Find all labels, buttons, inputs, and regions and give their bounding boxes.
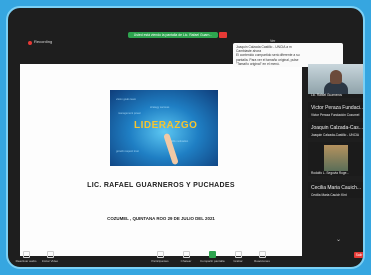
participant-tile[interactable]: Victor Peraza Fundaci... Victor Peraza F… [308,102,365,118]
participant-name: Joaquin Calzada-Castillo - UNCIA [311,133,360,137]
share-screen-icon [208,251,216,258]
participant-video [324,145,348,171]
image-headline: LIDERAZGO [134,120,198,131]
shared-slide: vision goals team strategy success manag… [20,64,302,256]
exit-button[interactable]: Salir [354,252,363,258]
toolbar-label: Reacciones [254,259,270,263]
participant-display-name: Cecilia Maria Cauich... [311,185,362,191]
toolbar-label: Compartir pantalla [200,259,225,263]
record-icon [234,251,242,258]
slide-title: LIC. RAFAEL GUARNEROS Y PUCHADES [87,182,235,189]
start-video-button[interactable]: Iniciar Video [38,251,62,263]
slide-footer: COZUMEL , QUINTANA ROO 29 DE JULIO DEL 2… [107,216,215,221]
participant-tile[interactable]: Lic. Rafael Guarneros [308,64,363,98]
participants-icon [156,251,164,258]
participant-name: Cecilia Maria Cauich Kint [311,193,347,197]
recording-label: Recording [34,39,53,44]
chevron-down-icon[interactable]: ⌄ [336,236,341,243]
chat-icon [182,251,190,258]
participant-tile[interactable]: Cecilia Maria Cauich... Cecilia Maria Ca… [308,182,363,198]
share-banner[interactable]: Usted está viendo la pantalla de Lic. Ra… [128,32,218,38]
toolbar-label: Grabar [233,259,243,263]
hand-pointer-image [163,132,179,166]
participant-display-name: Victor Peraza Fundaci... [311,105,365,111]
participant-name: Lic. Rafael Guarneros [311,93,343,97]
record-icon [28,41,32,45]
meeting-toolbar: Reactivar audio Iniciar Video Participan… [8,248,363,267]
leadership-image: vision goals team strategy success manag… [110,90,218,166]
participant-display-name: Joaquin Calzada-Cas... [311,125,363,131]
participant-video [308,64,363,94]
video-icon [46,251,54,258]
participant-name: Victor Peraza Fundación Cozumel [311,113,360,117]
record-button[interactable]: Grabar [226,251,250,263]
toolbar-label: Chatear [180,259,192,263]
share-screen-button[interactable]: Compartir pantalla [200,251,225,263]
toolbar-label: Participantes [151,259,169,263]
unmute-button[interactable]: Reactivar audio [14,251,38,263]
participant-tile[interactable]: Joaquin Calzada-Cas... Joaquin Calzada-C… [308,122,363,138]
toolbar-label: Reactivar audio [15,259,37,263]
top-bar: Recording Usted está viendo la pantalla … [8,8,363,48]
reactions-icon [258,251,266,258]
chat-button[interactable]: Chatear [174,251,198,263]
participants-button[interactable]: Participantes [148,251,172,263]
mic-icon [22,251,30,258]
zoom-window: Recording Usted está viendo la pantalla … [6,6,365,269]
participant-tile[interactable]: Rodolfo L. Segovia Roge... [308,142,363,176]
reactions-button[interactable]: Reacciones [250,251,274,263]
participant-name: Rodolfo L. Segovia Roge... [311,171,350,175]
toolbar-label: Iniciar Video [41,259,59,263]
person-head [330,70,342,84]
stop-share-button[interactable] [219,32,227,38]
